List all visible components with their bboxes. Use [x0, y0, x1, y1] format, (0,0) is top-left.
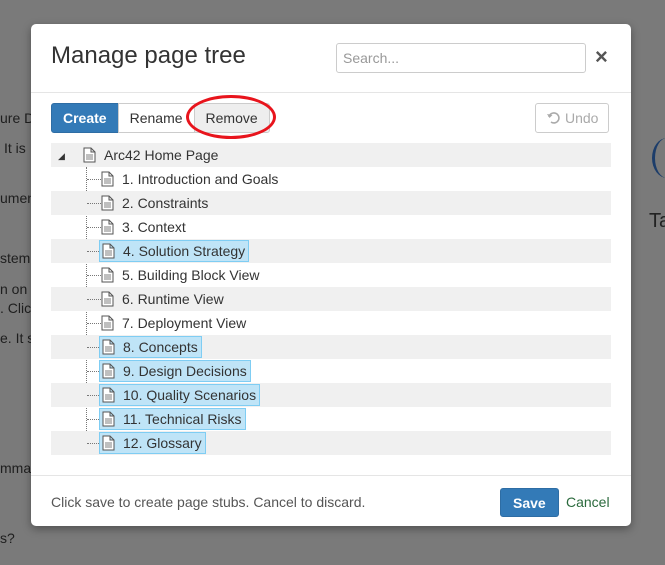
background-logo-arc	[652, 138, 665, 178]
background-text: e. It s	[0, 330, 35, 346]
rename-button[interactable]: Rename	[117, 103, 195, 133]
tree-row: 3. Context	[51, 215, 611, 239]
tree-row: 9. Design Decisions	[51, 359, 611, 383]
background-text: umen	[0, 190, 36, 206]
background-text: . Clic	[0, 300, 32, 316]
tree-row: 11. Technical Risks	[51, 407, 611, 431]
background-text: It is	[4, 140, 26, 156]
close-icon[interactable]: ×	[595, 46, 608, 68]
tree-node-label: 11. Technical Risks	[123, 411, 242, 427]
tree-node-label: 7. Deployment View	[122, 315, 247, 331]
tree-row: 12. Glossary	[51, 431, 611, 455]
background-text: n on	[0, 281, 28, 297]
undo-button[interactable]: Undo	[535, 103, 610, 133]
manage-page-tree-dialog: Manage page tree × Create Rename Remove …	[31, 24, 631, 526]
page-icon	[102, 387, 115, 403]
background-text: s?	[0, 530, 15, 546]
page-icon	[101, 291, 114, 307]
tree-row-root: ◢ Arc42 Home Page	[51, 143, 611, 167]
undo-icon	[547, 112, 560, 124]
tree-node[interactable]: 7. Deployment View	[99, 312, 249, 334]
page-icon	[101, 267, 114, 283]
tree-node[interactable]: 3. Context	[99, 216, 189, 238]
dialog-footer: Click save to create page stubs. Cancel …	[31, 475, 631, 526]
page-icon	[102, 339, 115, 355]
tree-node-label: 8. Concepts	[123, 339, 198, 355]
dialog-header: Manage page tree ×	[31, 24, 631, 93]
tree-row: 10. Quality Scenarios	[51, 383, 611, 407]
search-input[interactable]	[336, 43, 586, 73]
create-button[interactable]: Create	[51, 103, 119, 133]
footer-hint: Click save to create page stubs. Cancel …	[51, 494, 366, 510]
tree-node[interactable]: 10. Quality Scenarios	[99, 384, 261, 406]
tree-node[interactable]: 12. Glossary	[99, 432, 206, 454]
tree-row: 2. Constraints	[51, 191, 611, 215]
background-text: ure D	[0, 110, 35, 126]
page-icon	[101, 195, 114, 211]
tree-node-label: 5. Building Block View	[122, 267, 260, 283]
tree-row: 4. Solution Strategy	[51, 239, 611, 263]
page-icon	[83, 147, 96, 163]
page-icon	[102, 363, 115, 379]
page-icon	[102, 435, 115, 451]
tree-row: 6. Runtime View	[51, 287, 611, 311]
tree-node[interactable]: 11. Technical Risks	[99, 408, 246, 430]
tree-toolbar: Create Rename Remove	[51, 103, 270, 133]
page-tree: ◢ Arc42 Home Page 1. Introduction and Go…	[51, 143, 611, 455]
tree-node-label: 10. Quality Scenarios	[123, 387, 257, 403]
tree-node-label: 3. Context	[122, 219, 186, 235]
collapse-toggle-icon[interactable]: ◢	[58, 151, 65, 162]
undo-label: Undo	[565, 110, 599, 126]
tree-node-label: 9. Design Decisions	[123, 363, 247, 379]
save-button[interactable]: Save	[500, 488, 559, 517]
page-icon	[101, 219, 114, 235]
cancel-link[interactable]: Cancel	[566, 494, 610, 510]
tree-node-root[interactable]: Arc42 Home Page	[81, 144, 221, 166]
tree-row: 8. Concepts	[51, 335, 611, 359]
tree-node[interactable]: 4. Solution Strategy	[99, 240, 250, 262]
tree-node-label: Arc42 Home Page	[104, 147, 219, 163]
tree-node[interactable]: 8. Concepts	[99, 336, 202, 358]
page-icon	[102, 411, 115, 427]
tree-node-label: 2. Constraints	[122, 195, 209, 211]
tree-node-label: 4. Solution Strategy	[123, 243, 246, 259]
background-text: stem	[0, 250, 31, 266]
page-icon	[101, 315, 114, 331]
tree-node[interactable]: 2. Constraints	[99, 192, 211, 214]
tree-node-label: 12. Glossary	[123, 435, 202, 451]
tree-node-label: 6. Runtime View	[122, 291, 224, 307]
background-text: Ta	[649, 210, 665, 232]
tree-row: 1. Introduction and Goals	[51, 167, 611, 191]
tree-node[interactable]: 1. Introduction and Goals	[99, 168, 281, 190]
tree-node[interactable]: 5. Building Block View	[99, 264, 262, 286]
page-icon	[102, 243, 115, 259]
dialog-title: Manage page tree	[51, 42, 246, 69]
tree-node[interactable]: 9. Design Decisions	[99, 360, 251, 382]
tree-row: 5. Building Block View	[51, 263, 611, 287]
background-text: mma	[0, 460, 32, 476]
page-icon	[101, 171, 114, 187]
tree-row: 7. Deployment View	[51, 311, 611, 335]
tree-node[interactable]: 6. Runtime View	[99, 288, 227, 310]
tree-node-label: 1. Introduction and Goals	[122, 171, 279, 187]
remove-button[interactable]: Remove	[193, 103, 270, 133]
